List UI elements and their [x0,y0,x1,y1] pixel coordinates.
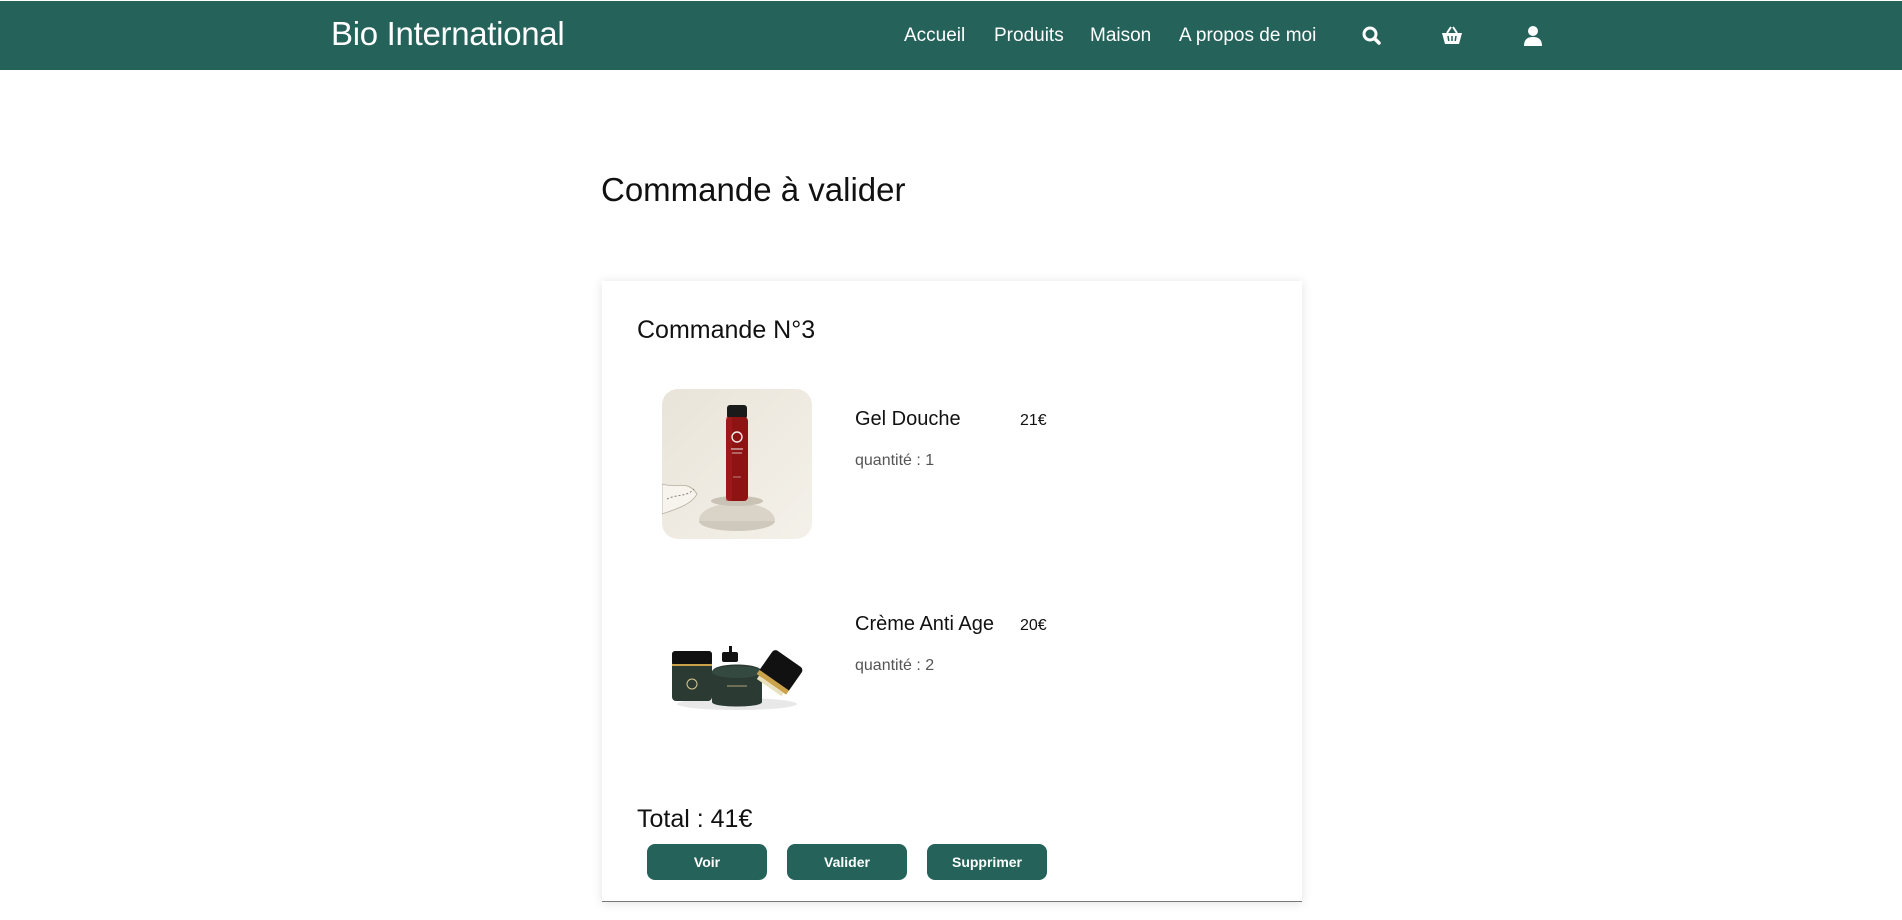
nav-link-a-propos[interactable]: A propos de moi [1179,25,1316,47]
item-name: Crème Anti Age [855,613,994,635]
item-price: 21€ [1020,412,1047,429]
top-navbar: Bio International Accueil Produits Maiso… [0,1,1902,70]
product-image-creme-anti-age [662,594,812,744]
nav-link-maison[interactable]: Maison [1090,25,1151,47]
item-quantity: quantité : 2 [855,657,935,674]
view-order-button[interactable]: Voir [647,844,767,880]
validate-order-button[interactable]: Valider [787,844,907,880]
nav-link-accueil[interactable]: Accueil [904,25,965,47]
product-image-gel-douche [662,389,812,539]
item-price: 20€ [1020,617,1047,634]
page-title: Commande à valider [601,171,906,208]
item-name: Gel Douche [855,408,961,430]
brand-logo[interactable]: Bio International [331,15,565,53]
order-total: Total : 41€ [637,805,753,833]
order-item: Crème Anti Age 20€ quantité : 2 [602,594,1302,754]
order-item: Gel Douche 21€ quantité : 1 [602,389,1302,549]
basket-icon[interactable] [1439,23,1465,49]
item-quantity: quantité : 1 [855,452,935,469]
search-icon[interactable] [1359,23,1385,49]
order-title: Commande N°3 [637,316,816,344]
nav-link-produits[interactable]: Produits [994,25,1064,47]
user-icon[interactable] [1520,23,1546,49]
delete-order-button[interactable]: Supprimer [927,844,1047,880]
order-card: Commande N°3 Gel Douche 21€ quantité: 1… [602,281,1302,902]
